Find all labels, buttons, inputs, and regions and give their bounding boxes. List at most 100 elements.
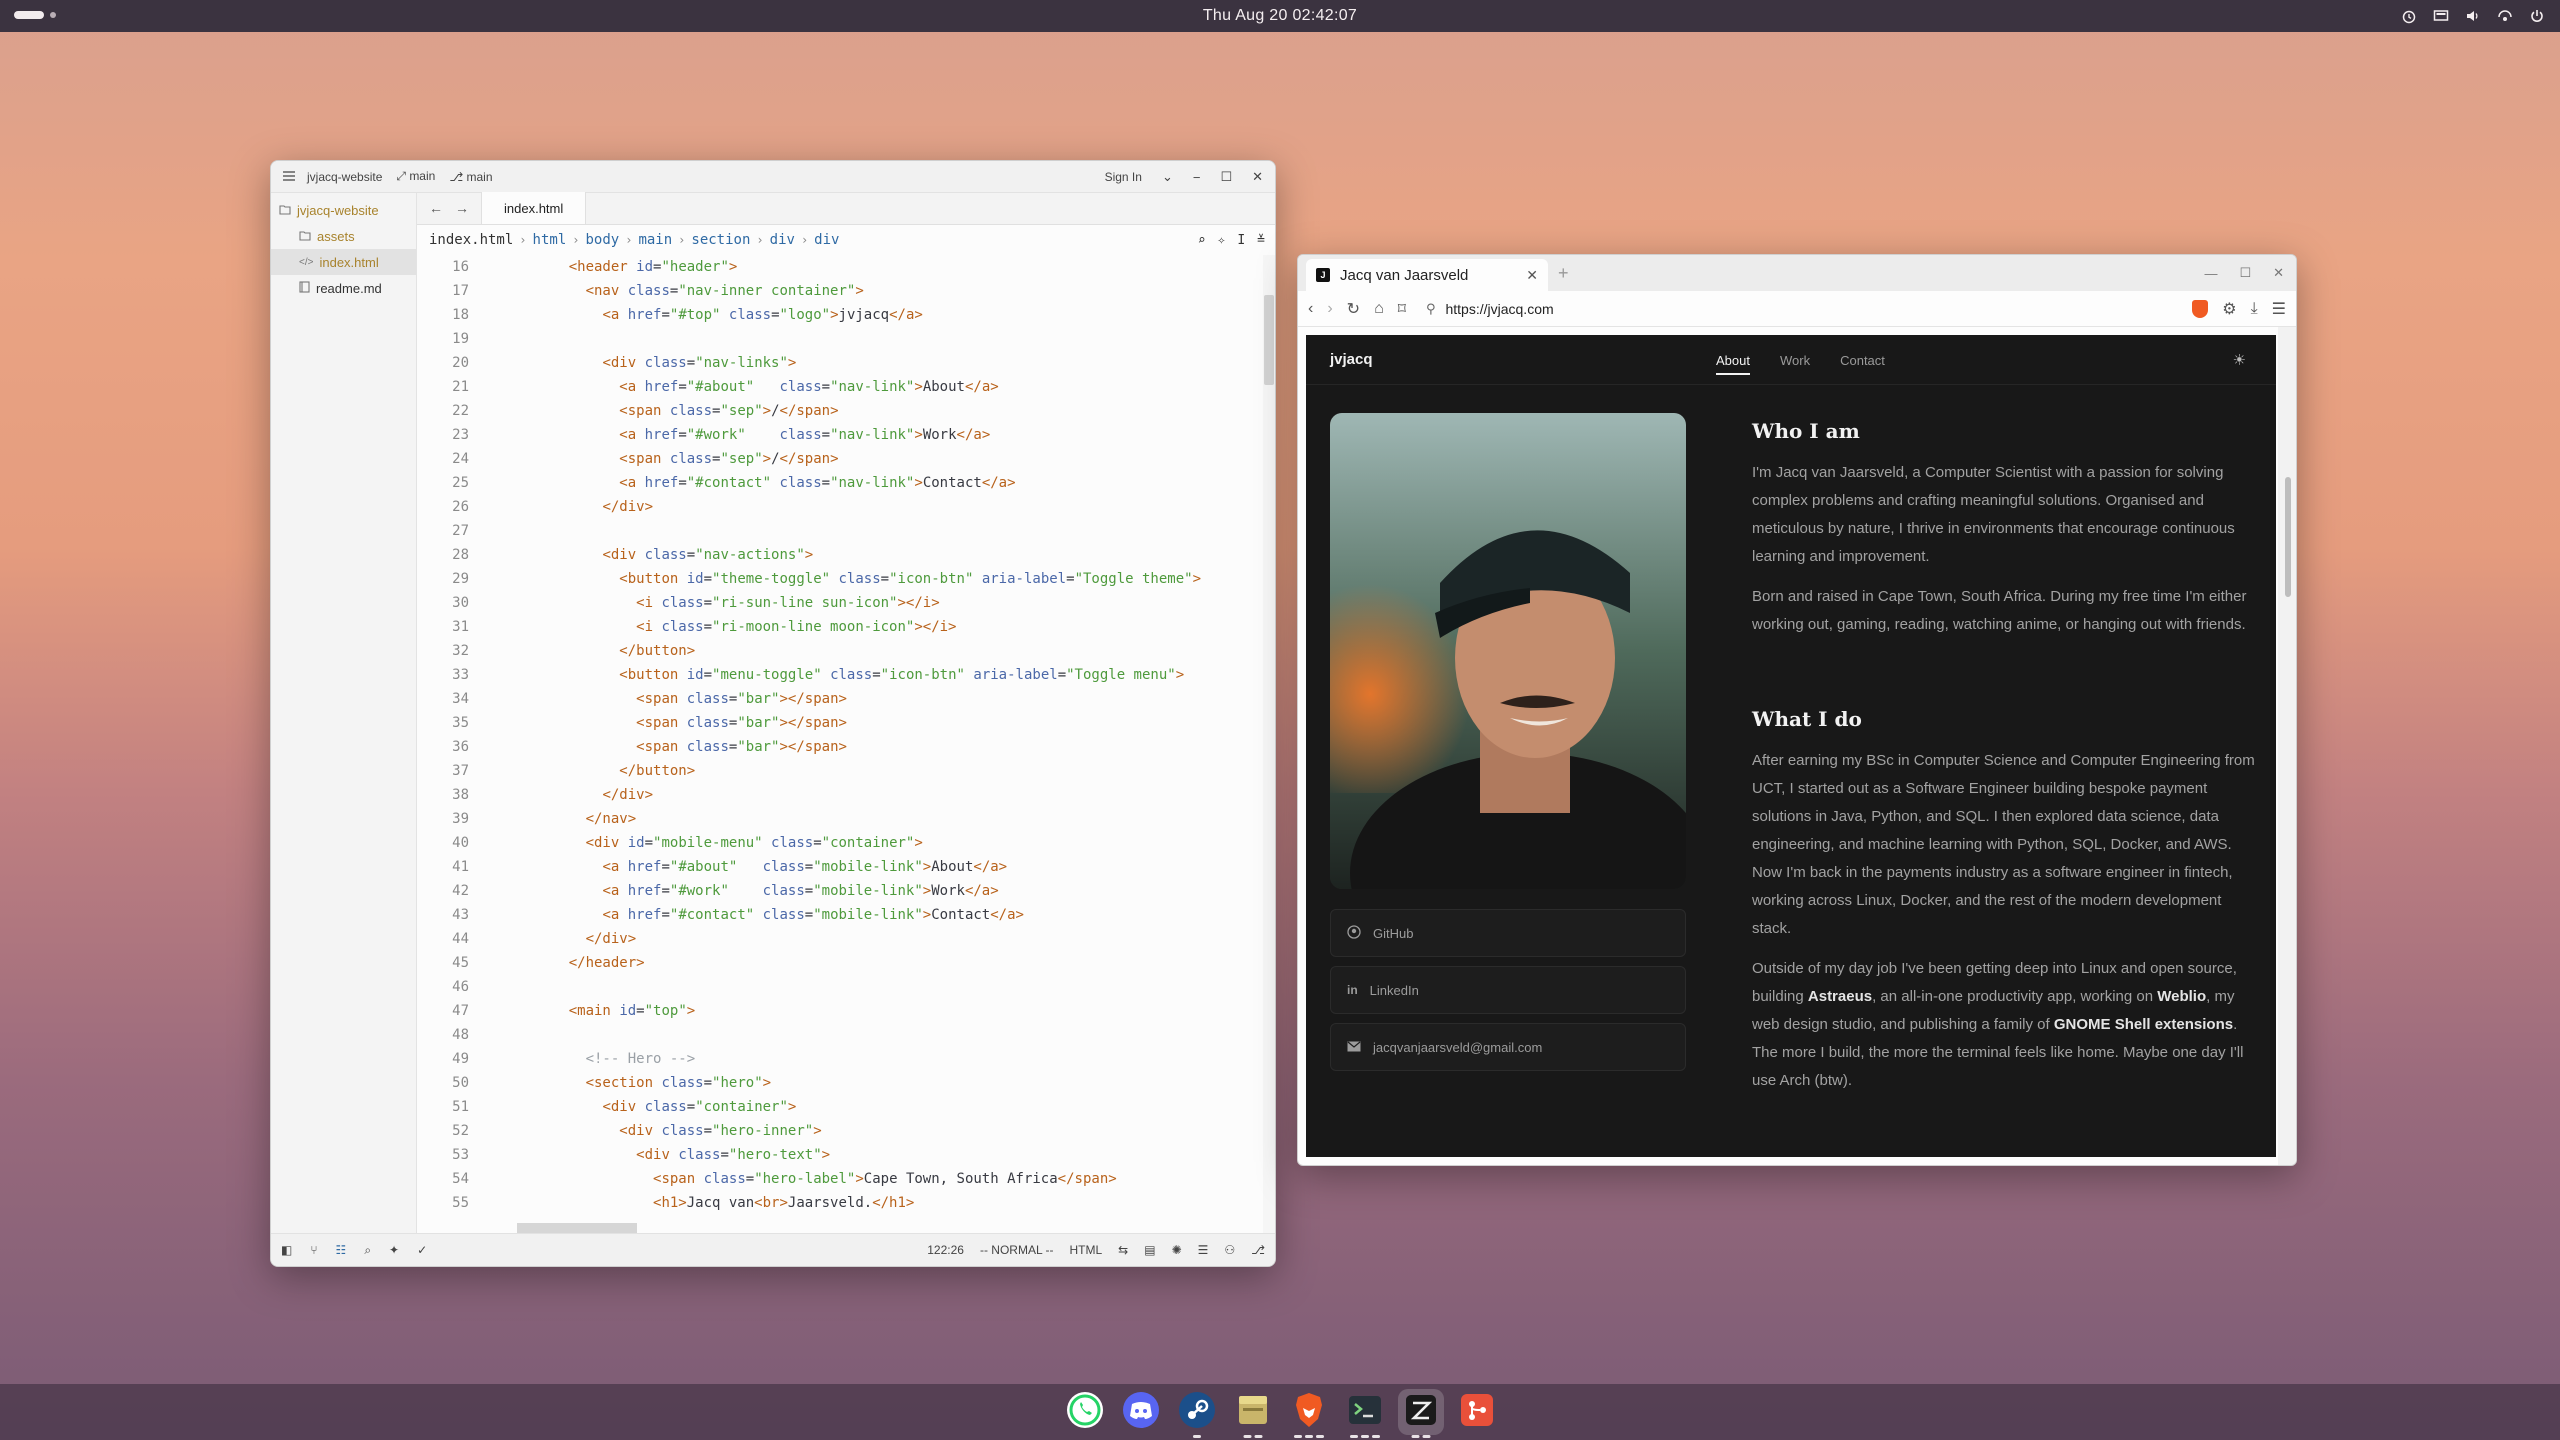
maximize-button[interactable]: ☐ [2239,265,2251,281]
check-icon[interactable]: ✓ [417,1243,427,1257]
sun-icon[interactable]: ☀ [2233,351,2246,369]
breadcrumb-item[interactable]: body [585,232,619,248]
files-icon [1233,1390,1273,1435]
editor-titlebar[interactable]: jvjacq-website ⤢ main ⎇ main Sign In ⌄ −… [271,161,1275,193]
github-link[interactable]: GitHub [1330,909,1686,957]
search-icon[interactable]: ⌕ [1198,233,1206,248]
code-line: 40 <div id="mobile-menu" class="containe… [452,835,923,851]
code-editor-window[interactable]: jvjacq-website ⤢ main ⎇ main Sign In ⌄ −… [270,160,1276,1267]
browser-window[interactable]: J Jacq van Jaarsveld ✕ + — ☐ ✕ ‹ › ↻ ⌂ ⌑… [1297,254,2297,1166]
back-icon[interactable]: ‹ [1308,300,1313,318]
clock[interactable]: Thu Aug 20 02:42:07 [1203,7,1357,25]
page-scrollbar[interactable] [2278,327,2296,1165]
nav-link-about[interactable]: About [1716,353,1750,375]
system-tray[interactable] [2400,0,2546,32]
activities-indicator[interactable] [14,11,56,19]
alarm-icon[interactable] [2400,7,2418,25]
code-area[interactable]: 16 <header id="header"> 17 <nav class="n… [417,255,1275,1233]
site-logo[interactable]: jvjacq [1330,351,1373,368]
menu-icon[interactable] [283,170,297,184]
terminal-icon [1345,1390,1385,1435]
horizontal-scrollbar[interactable] [517,1223,637,1233]
close-tab-icon[interactable]: ✕ [1526,267,1538,284]
dock-files[interactable] [1230,1389,1276,1438]
download-icon[interactable]: ⤓ [2251,300,2258,318]
vertical-scrollbar[interactable] [1263,255,1275,1233]
breadcrumb-item[interactable]: section [691,232,750,248]
site-info-icon[interactable]: ⚲ [1426,301,1436,317]
url-text[interactable]: https://jvjacq.com [1445,301,1553,317]
language-selector[interactable]: HTML [1070,1243,1103,1257]
chevron-down-icon[interactable]: ⌄ [1162,169,1173,185]
tab-index-html[interactable]: index.html [481,192,587,224]
code-line: 19 [452,331,469,347]
sidebar-item-index-html[interactable]: </> index.html [271,249,416,275]
branch-icon[interactable]: ⎇ [1251,1243,1265,1257]
git-branch[interactable]: ⎇ main [449,170,492,184]
terminal-icon[interactable]: ▤ [1144,1243,1155,1257]
breadcrumb-item[interactable]: index.html [429,232,513,248]
dock-git[interactable] [1454,1389,1500,1435]
collab-icon[interactable]: ⚇ [1224,1243,1235,1257]
linkedin-link[interactable]: in LinkedIn [1330,966,1686,1014]
cursor-icon[interactable]: I [1237,233,1245,248]
breadcrumb-item[interactable]: div [770,232,795,248]
search-icon[interactable]: ⌕ [364,1243,371,1258]
hamburger-menu-icon[interactable]: ☰ [2272,299,2286,319]
dock-brave[interactable] [1286,1389,1332,1438]
brave-shields-icon[interactable] [2192,299,2209,318]
git-icon[interactable]: ⑂ [310,1243,317,1257]
code-line: 23 <a href="#work" class="nav-link">Work… [452,427,991,443]
debug-icon[interactable]: ✺ [1172,1243,1182,1257]
close-button[interactable]: ✕ [2273,265,2284,281]
encoding-icon[interactable]: ⇆ [1118,1243,1128,1257]
browser-toolbar: ‹ › ↻ ⌂ ⌑ ⚲ https://jvjacq.com ⚙ ⤓ ☰ [1298,291,2296,327]
breadcrumb-item[interactable]: html [533,232,567,248]
screen-icon[interactable] [2432,7,2450,25]
breadcrumb-item[interactable]: div [814,232,839,248]
back-arrow-icon[interactable]: ← [429,200,443,216]
inline-assist-icon[interactable]: ✧ [1218,233,1226,248]
project-root[interactable]: jvjacq-website [271,197,416,223]
bookmark-icon[interactable]: ⌑ [1398,299,1406,319]
dock-steam[interactable] [1174,1389,1220,1438]
dock-zed[interactable] [1398,1389,1444,1438]
forward-arrow-icon[interactable]: → [455,200,469,216]
nav-link-contact[interactable]: Contact [1840,353,1885,368]
outline-icon[interactable]: ☷ [336,1243,347,1257]
web-page: jvjacq About Work Contact ☀ GitHub in Li… [1306,335,2276,1157]
power-icon[interactable] [2528,7,2546,25]
sidebar-item-assets[interactable]: assets [271,223,416,249]
cursor-position[interactable]: 122:26 [927,1243,964,1257]
dock-terminal[interactable] [1342,1389,1388,1438]
sign-in-button[interactable]: Sign In [1105,170,1142,184]
about-section: Who I am I'm Jacq van Jaarsveld, a Compu… [1752,413,2262,1107]
book-icon [299,280,310,296]
project-name[interactable]: jvjacq-website [307,170,382,184]
minimize-button[interactable]: − [1193,170,1201,185]
diagnostics-icon[interactable]: ✦ [389,1243,399,1257]
close-button[interactable]: ✕ [1252,169,1263,185]
extensions-icon[interactable]: ⚙ [2222,299,2236,319]
new-tab-button[interactable]: + [1558,263,1569,284]
minimize-button[interactable]: — [2204,266,2217,281]
address-bar[interactable]: ⚲ https://jvjacq.com [1420,296,2209,322]
browser-tab[interactable]: J Jacq van Jaarsveld ✕ [1306,259,1548,291]
home-icon[interactable]: ⌂ [1374,300,1384,318]
branch-selector[interactable]: ⤢ main [396,169,435,184]
breadcrumb-item[interactable]: main [638,232,672,248]
reload-icon[interactable]: ↻ [1347,299,1360,319]
forward-icon[interactable]: › [1327,300,1332,318]
list-icon[interactable]: ☰ [1198,1243,1209,1257]
settings-sliders-icon[interactable]: ≚ [1257,233,1265,248]
volume-icon[interactable] [2464,7,2482,25]
maximize-button[interactable]: ☐ [1220,169,1232,185]
network-icon[interactable] [2496,7,2514,25]
sidebar-item-readme[interactable]: readme.md [271,275,416,301]
nav-link-work[interactable]: Work [1780,353,1810,368]
dock-whatsapp[interactable] [1062,1389,1108,1435]
email-link[interactable]: jacqvanjaarsveld@gmail.com [1330,1023,1686,1071]
panel-toggle-icon[interactable]: ◧ [281,1243,292,1257]
dock-discord[interactable] [1118,1389,1164,1435]
code-line: 46 [452,979,469,995]
